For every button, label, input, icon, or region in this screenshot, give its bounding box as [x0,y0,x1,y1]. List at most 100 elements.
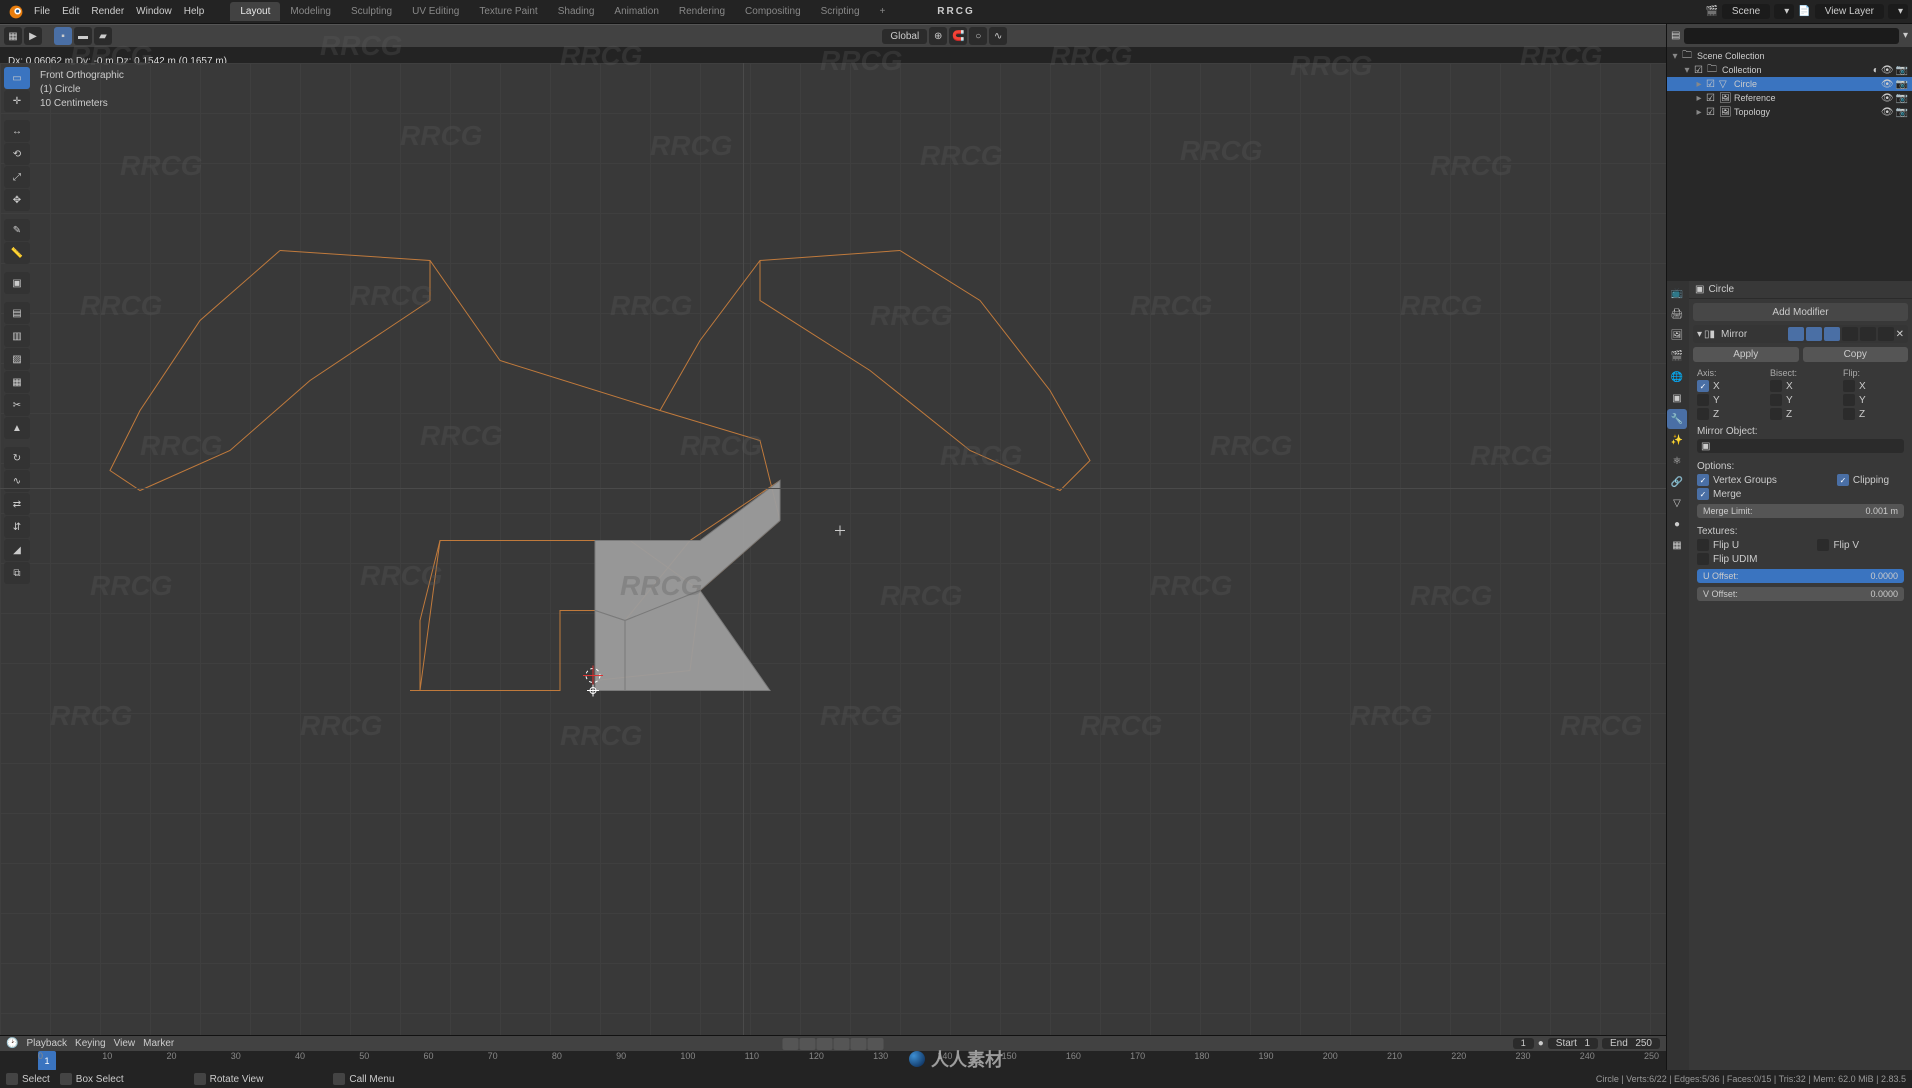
visibility-icon[interactable]: 👁 [1881,65,1894,76]
outliner-collection[interactable]: ▾☑🗀Collection ◐👁📷 [1667,63,1912,77]
merge-limit-field[interactable]: Merge Limit:0.001 m [1697,504,1904,518]
flip-v-check[interactable] [1817,539,1829,551]
mod-display-editmode[interactable] [1824,327,1840,341]
editor-type-icon[interactable]: ▦ [4,27,22,45]
flip-u-check[interactable] [1697,539,1709,551]
flip-udim-check[interactable] [1697,553,1709,565]
jump-end-icon[interactable] [868,1038,884,1050]
mod-display-render[interactable] [1788,327,1804,341]
prop-tab-modifiers[interactable]: 🔧 [1667,409,1687,429]
outliner-scene-collection[interactable]: ▾🗀Scene Collection [1667,49,1912,63]
clipping-check[interactable] [1837,474,1849,486]
tab-add[interactable]: + [870,2,896,21]
mod-move-down[interactable] [1878,327,1894,341]
tab-shading[interactable]: Shading [548,2,605,21]
outliner-item-reference[interactable]: ▸☑🖼Reference 👁📷 [1667,91,1912,105]
render-icon[interactable]: 📷 [1896,107,1908,118]
play-reverse-icon[interactable] [817,1038,833,1050]
mode-selector[interactable]: ▶ [24,27,42,45]
menu-edit[interactable]: Edit [56,6,85,17]
mod-display-cage[interactable] [1842,327,1858,341]
proportional-icon[interactable]: ○ [969,27,987,45]
outliner-item-circle[interactable]: ▸☑▽Circle 👁📷 [1667,77,1912,91]
mod-move-up[interactable] [1860,327,1876,341]
render-icon[interactable]: 📷 [1896,79,1908,90]
keyframe-next-icon[interactable] [851,1038,867,1050]
flip-z-check[interactable] [1843,408,1855,420]
prop-tab-constraints[interactable]: 🔗 [1667,472,1687,492]
u-offset-field[interactable]: U Offset:0.0000 [1697,569,1904,583]
prop-tab-viewlayer[interactable]: 🖼 [1667,325,1687,345]
outliner-search[interactable] [1684,28,1899,44]
tab-layout[interactable]: Layout [230,2,280,21]
bisect-x-check[interactable] [1770,380,1782,392]
play-icon[interactable] [834,1038,850,1050]
prop-tab-material[interactable]: ● [1667,514,1687,534]
tab-rendering[interactable]: Rendering [669,2,735,21]
flip-x-check[interactable] [1843,380,1855,392]
v-offset-field[interactable]: V Offset:0.0000 [1697,587,1904,601]
prop-tab-texture[interactable]: ▦ [1667,535,1687,555]
menu-window[interactable]: Window [130,6,178,17]
modifier-header[interactable]: ▾▯▮ Mirror ✕ [1693,325,1908,343]
viewport-3d[interactable]: Front Orthographic (1) Circle 10 Centime… [0,63,1666,1088]
axis-y-check[interactable] [1697,394,1709,406]
filter-icon[interactable]: ▾ [1903,30,1908,41]
scene-new-button[interactable]: ▾ [1774,4,1794,19]
apply-button[interactable]: Apply [1693,347,1799,362]
select-face-icon[interactable]: ▰ [94,27,112,45]
render-icon[interactable]: 📷 [1896,65,1908,76]
editor-type-timeline-icon[interactable]: 🕑 [6,1038,18,1049]
bisect-y-check[interactable] [1770,394,1782,406]
tl-menu-playback[interactable]: Playback [26,1038,67,1049]
menu-help[interactable]: Help [178,6,211,17]
modifier-name[interactable]: Mirror [1717,329,1786,340]
orientation-dropdown[interactable]: Global [882,29,927,44]
add-modifier-button[interactable]: Add Modifier [1693,303,1908,321]
tab-sculpting[interactable]: Sculpting [341,2,402,21]
select-vertex-icon[interactable]: ▪ [54,27,72,45]
tl-menu-view[interactable]: View [114,1038,136,1049]
prop-tab-world[interactable]: 🌐 [1667,367,1687,387]
mod-delete[interactable]: ✕ [1896,329,1904,340]
viewlayer-field[interactable]: View Layer [1815,4,1884,19]
tab-scripting[interactable]: Scripting [811,2,870,21]
visibility-icon[interactable]: 👁 [1881,107,1894,118]
tab-texture-paint[interactable]: Texture Paint [469,2,547,21]
viewlayer-new-button[interactable]: ▾ [1888,4,1908,19]
autokey-icon[interactable]: ● [1538,1038,1544,1049]
mod-display-viewport[interactable] [1806,327,1822,341]
prop-tab-physics[interactable]: ⚛ [1667,451,1687,471]
jump-start-icon[interactable] [783,1038,799,1050]
current-frame-field[interactable]: 1 [1513,1038,1534,1049]
prop-tab-mesh[interactable]: ▽ [1667,493,1687,513]
restrict-select-icon[interactable]: ◐ [1873,65,1879,76]
axis-x-check[interactable] [1697,380,1709,392]
outliner-item-topology[interactable]: ▸☑🖼Topology 👁📷 [1667,105,1912,119]
prop-tab-render[interactable]: 📺 [1667,283,1687,303]
tl-menu-marker[interactable]: Marker [143,1038,174,1049]
mirror-object-field[interactable]: ▣ [1697,439,1904,453]
start-frame-field[interactable]: Start 1 [1548,1038,1598,1049]
outliner[interactable]: ▾🗀Scene Collection ▾☑🗀Collection ◐👁📷 ▸☑▽… [1667,47,1912,281]
render-icon[interactable]: 📷 [1896,93,1908,104]
merge-check[interactable] [1697,488,1709,500]
prop-tab-particles[interactable]: ✨ [1667,430,1687,450]
bisect-z-check[interactable] [1770,408,1782,420]
timeline-ruler[interactable]: 1 01020304050607080901001101201301401501… [0,1051,1666,1071]
keyframe-prev-icon[interactable] [800,1038,816,1050]
flip-y-check[interactable] [1843,394,1855,406]
menu-render[interactable]: Render [85,6,130,17]
tab-uv-editing[interactable]: UV Editing [402,2,469,21]
copy-button[interactable]: Copy [1803,347,1909,362]
vertex-groups-check[interactable] [1697,474,1709,486]
prop-tab-object[interactable]: ▣ [1667,388,1687,408]
tl-menu-keying[interactable]: Keying [75,1038,106,1049]
pivot-icon[interactable]: ⊕ [929,27,947,45]
axis-z-check[interactable] [1697,408,1709,420]
visibility-icon[interactable]: 👁 [1881,79,1894,90]
tab-modeling[interactable]: Modeling [280,2,341,21]
menu-file[interactable]: File [28,6,56,17]
end-frame-field[interactable]: End 250 [1602,1038,1660,1049]
timeline[interactable]: 🕑 Playback Keying View Marker 1 ● Start … [0,1035,1666,1070]
